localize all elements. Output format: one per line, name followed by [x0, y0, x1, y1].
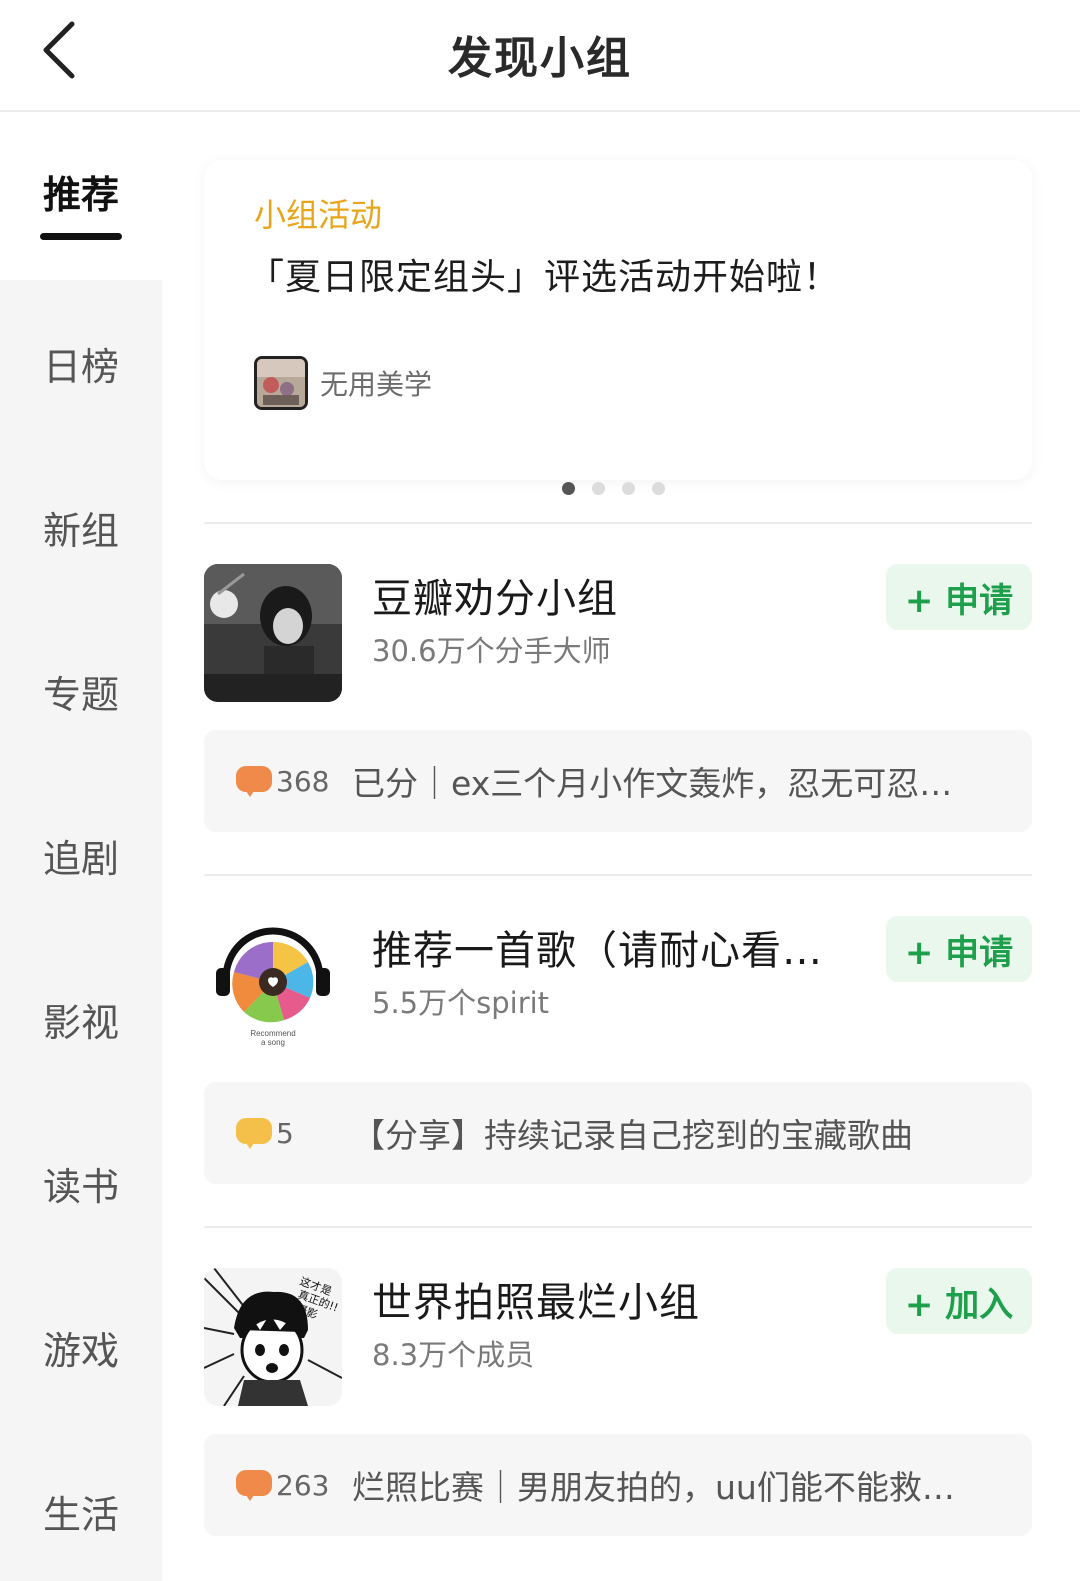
group-member-count: 5.5万个spirit [372, 986, 550, 1020]
sidebar-item-label: 游戏 [42, 1329, 119, 1373]
carousel-dot[interactable] [592, 482, 605, 495]
sidebar-item-topics[interactable]: 专题 [0, 664, 162, 719]
source-avatar [254, 356, 308, 410]
apply-button[interactable]: + 申请 [886, 916, 1032, 982]
carousel-dot[interactable] [652, 482, 665, 495]
post-title: 已分｜ex三个月小作文轰炸，忍无可忍… [352, 764, 953, 803]
banner-title: 「夏日限定组头」评选活动开始啦！ [248, 257, 841, 298]
sidebar-item-label: 日榜 [42, 345, 119, 389]
sidebar-item-daily-rank[interactable]: 日榜 [0, 336, 162, 391]
main-content: 小组活动 「夏日限定组头」评选活动开始啦！ 无用美学 豆瓣劝分小组 30.6万个… [162, 114, 1080, 1581]
post-title: 【分享】持续记录自己挖到的宝藏歌曲 [352, 1116, 913, 1155]
category-sidebar: 推荐 日榜 新组 专题 追剧 影视 读书 游戏 生活 [0, 114, 162, 1581]
sidebar-item-label: 新组 [42, 509, 119, 553]
sidebar-item-label: 读书 [42, 1165, 119, 1209]
svg-text:a song: a song [261, 1038, 285, 1047]
sidebar-item-label: 推荐 [42, 173, 119, 217]
group-card[interactable]: Recommend a song 推荐一首歌（请耐心看下… 5.5万个spiri… [204, 916, 1032, 1186]
sidebar-item-label: 专题 [42, 673, 119, 717]
featured-post[interactable]: 5 【分享】持续记录自己挖到的宝藏歌曲 [204, 1082, 1032, 1184]
sidebar-item-recommend[interactable]: 推荐 [0, 164, 162, 240]
sidebar-item-tv-series[interactable]: 追剧 [0, 828, 162, 883]
divider [204, 874, 1032, 876]
join-button[interactable]: + 加入 [886, 1268, 1032, 1334]
group-thumbnail [204, 564, 342, 702]
sidebar-item-games[interactable]: 游戏 [0, 1320, 162, 1375]
carousel-dot[interactable] [562, 482, 575, 495]
apply-button[interactable]: + 申请 [886, 564, 1032, 630]
active-indicator [40, 233, 122, 240]
comment-icon [236, 1470, 272, 1501]
post-title: 烂照比赛｜男朋友拍的，uu们能不能救… [352, 1468, 955, 1507]
activity-banner[interactable]: 小组活动 「夏日限定组头」评选活动开始啦！ 无用美学 [204, 160, 1032, 480]
sidebar-item-life[interactable]: 生活 [0, 1484, 162, 1539]
group-thumbnail: 这才是 真正的!! 摄影 [204, 1268, 342, 1406]
carousel-indicator [562, 482, 665, 495]
source-name: 无用美学 [320, 368, 433, 401]
sidebar-item-movies[interactable]: 影视 [0, 992, 162, 1047]
sidebar-background [0, 280, 162, 1581]
top-bar: 发现小组 [0, 0, 1080, 112]
sidebar-item-new-groups[interactable]: 新组 [0, 500, 162, 555]
group-card[interactable]: 这才是 真正的!! 摄影 世界拍照最烂小组 8.3万个成员 + 加入 263 烂… [204, 1268, 1032, 1538]
banner-tag: 小组活动 [254, 196, 383, 234]
featured-post[interactable]: 368 已分｜ex三个月小作文轰炸，忍无可忍… [204, 730, 1032, 832]
divider [204, 522, 1032, 524]
carousel-dot[interactable] [622, 482, 635, 495]
sidebar-item-label: 生活 [42, 1493, 119, 1537]
group-card[interactable]: 豆瓣劝分小组 30.6万个分手大师 + 申请 368 已分｜ex三个月小作文轰炸… [204, 564, 1032, 834]
comment-count: 368 [276, 764, 330, 798]
group-name[interactable]: 豆瓣劝分小组 [372, 566, 852, 624]
svg-text:Recommend: Recommend [250, 1029, 295, 1038]
group-name[interactable]: 推荐一首歌（请耐心看下… [372, 918, 852, 976]
sidebar-item-label: 影视 [42, 1001, 119, 1045]
page-title: 发现小组 [448, 33, 632, 84]
sidebar-item-label: 追剧 [42, 837, 119, 881]
comment-count: 263 [276, 1468, 330, 1502]
banner-source[interactable]: 无用美学 [254, 356, 432, 410]
group-member-count: 8.3万个成员 [372, 1338, 535, 1372]
sidebar-item-books[interactable]: 读书 [0, 1156, 162, 1211]
comment-icon [236, 1118, 272, 1149]
divider [204, 1226, 1032, 1228]
group-member-count: 30.6万个分手大师 [372, 634, 611, 668]
comment-icon [236, 766, 272, 797]
featured-post[interactable]: 263 烂照比赛｜男朋友拍的，uu们能不能救… [204, 1434, 1032, 1536]
comment-count: 5 [276, 1116, 294, 1150]
group-name[interactable]: 世界拍照最烂小组 [372, 1270, 852, 1328]
group-thumbnail: Recommend a song [204, 916, 342, 1054]
